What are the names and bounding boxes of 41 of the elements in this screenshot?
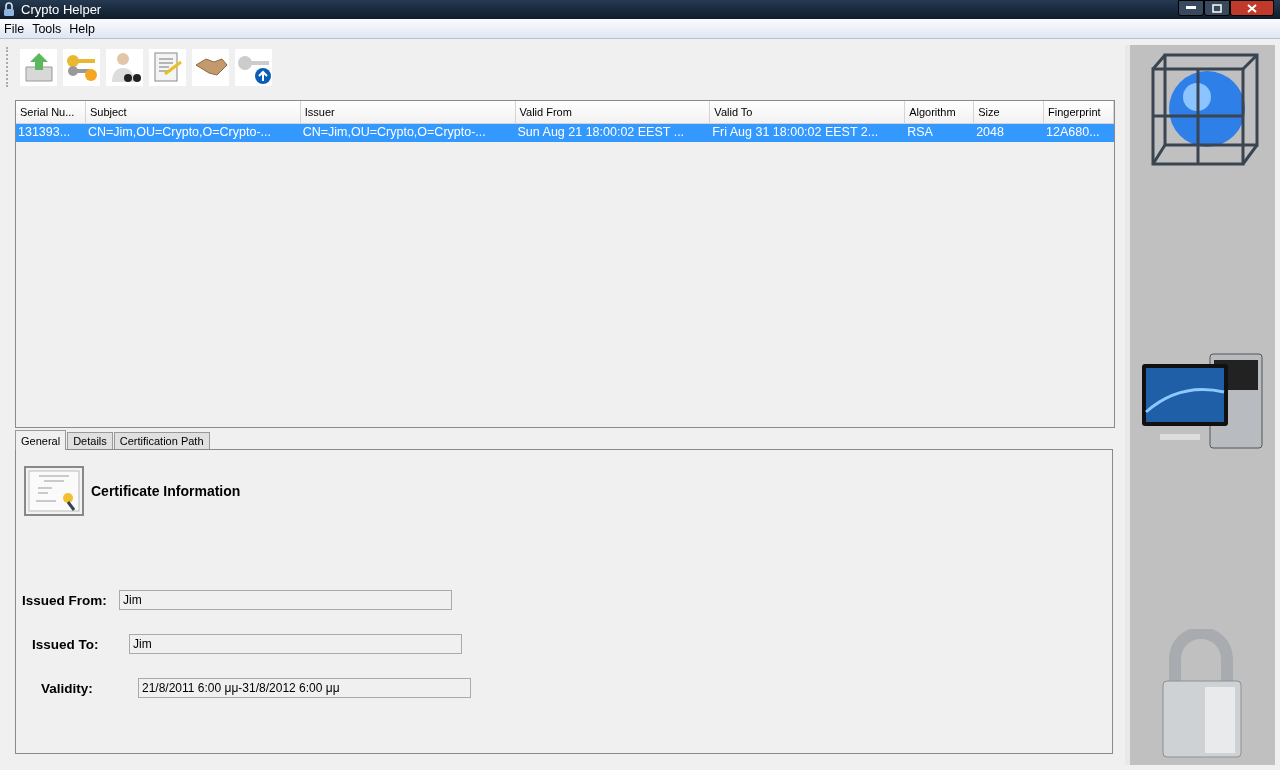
column-header[interactable]: Issuer [300,101,516,123]
tab[interactable]: Certification Path [113,432,210,449]
minimize-icon [1186,6,1196,10]
maximize-icon [1212,3,1222,13]
field-label: Issued To: [31,636,100,652]
tab[interactable]: General [15,430,67,450]
column-header[interactable]: Size [974,101,1045,123]
menu-item[interactable]: Tools [28,21,66,36]
table-cell-text: Sun Aug 21 18:00:02 EEST ... [516,124,686,141]
table-cell-text: CN=Jim,OU=Crypto,O=Crypto-... [86,124,272,141]
menu-item[interactable]: File [0,21,29,36]
table-cell-text: 131393... [17,124,72,141]
toolbar-button[interactable] [106,48,143,86]
certificate-icon [24,465,84,516]
section-heading: Certificate Information [91,482,241,499]
maximize-button[interactable] [1204,0,1230,16]
column-header[interactable]: Valid From [515,101,711,123]
table-cell-text: RSA [906,124,934,141]
padlock-icon [3,2,15,17]
table-cell-text: Fri Aug 31 18:00:02 EEST 2... [711,124,880,141]
menu-item[interactable]: Help [65,21,100,36]
toolbar-button[interactable] [235,48,272,86]
field-label: Validity: [40,680,94,696]
table-cell-text: CN=Jim,OU=Crypto,O=Crypto-... [301,124,487,141]
table-cell-text: 2048 [975,124,1005,141]
column-header[interactable]: Fingerprint [1044,101,1114,123]
column-header[interactable]: Subject [85,101,301,123]
text-field[interactable]: Jim [119,590,452,610]
minimize-button[interactable] [1178,0,1204,16]
table-cell-text: 12A680... [1045,124,1101,141]
desktop-computer-icon [1140,351,1265,452]
column-header[interactable]: Algorithm [905,101,975,123]
text-field[interactable]: 21/8/2011 6:00 μμ-31/8/2012 6:00 μμ [138,678,471,698]
text-field[interactable]: Jim [129,634,462,654]
close-button[interactable] [1230,0,1274,16]
column-header[interactable]: Valid To [710,101,906,123]
column-header[interactable]: Serial Nu... [16,101,86,123]
close-icon [1247,3,1257,13]
tab[interactable]: Details [67,432,113,449]
field-label: Issued From: [22,592,108,608]
window-title: Crypto Helper [21,2,102,17]
